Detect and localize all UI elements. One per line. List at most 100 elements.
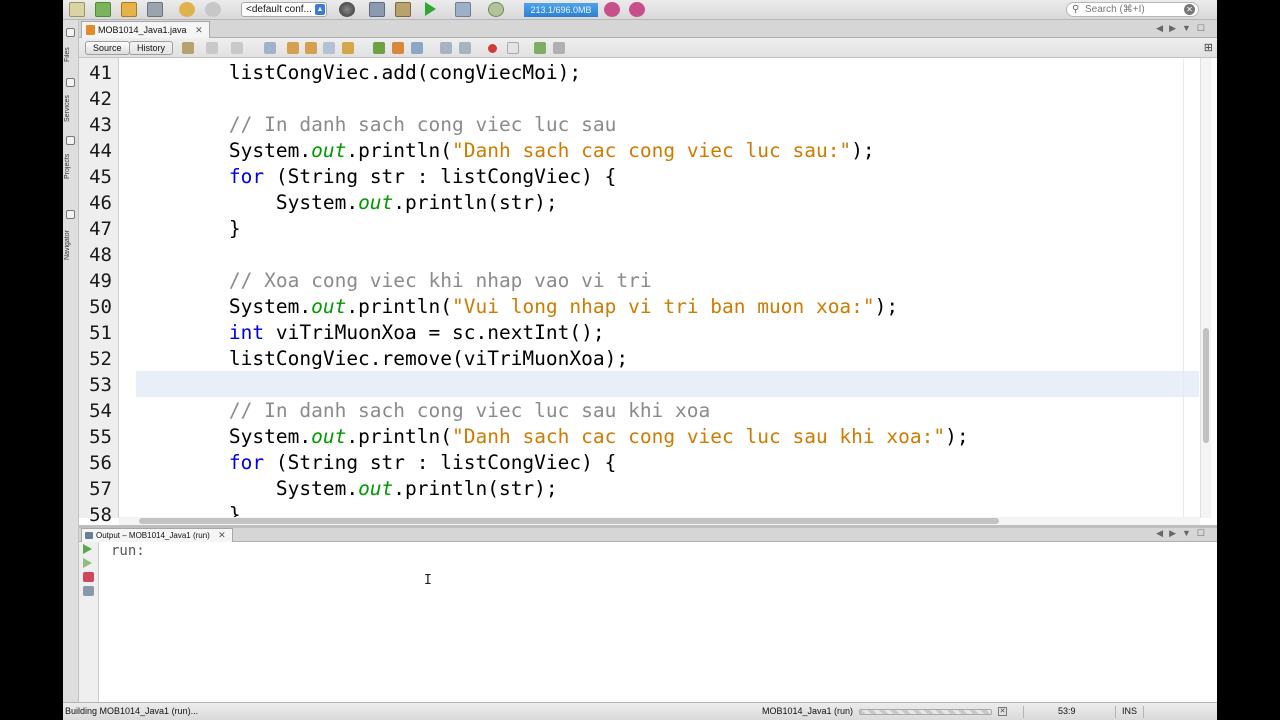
forward-icon[interactable] [231,42,243,54]
shift-left-icon[interactable] [440,42,452,54]
code-line[interactable]: // In danh sach cong viec luc sau [135,112,616,138]
toggle-bookmark-icon[interactable] [411,42,423,54]
close-icon[interactable]: ✕ [218,530,226,540]
open-project-icon[interactable] [121,2,137,17]
cancel-task-icon[interactable]: ✕ [998,707,1007,716]
output-settings-icon[interactable] [83,586,94,596]
line-number: 45 [89,166,112,188]
file-tab[interactable]: MOB1014_Java1.java ✕ [81,21,210,38]
code-token: System. [135,139,312,162]
history-button[interactable]: History [129,41,174,55]
undo-icon[interactable] [179,2,195,17]
code-token: listCongViec.add(congViecMoi); [135,61,582,84]
horizontal-scrollbar[interactable] [119,517,1200,525]
configuration-combo[interactable]: <default conf... ▲ [241,2,327,17]
code-token: "Danh sach cac cong viec luc sau khi xoa… [452,425,946,448]
clean-build-icon[interactable] [395,2,411,17]
line-number: 52 [89,348,112,370]
source-button[interactable]: Source [85,41,130,55]
uncomment-icon[interactable] [553,42,565,54]
line-number: 56 [89,452,112,474]
close-icon[interactable]: ✕ [195,25,203,35]
clear-search-icon[interactable]: ✕ [1184,4,1195,15]
output-tab[interactable]: Output – MOB1014_Java1 (run) ✕ [81,528,233,542]
code-line[interactable]: listCongViec.add(congViecMoi); [135,60,581,86]
status-bar: Building MOB1014_Java1 (run)... MOB1014_… [63,702,1217,720]
code-line[interactable]: System.out.println(str); [135,476,558,502]
redo-icon[interactable] [205,2,221,17]
search-input[interactable]: ⚲ Search (⌘+I) ✕ [1066,2,1199,17]
code-line[interactable]: // In danh sach cong viec luc sau khi xo… [135,398,710,424]
rerun-icon[interactable] [83,544,92,554]
horizontal-scroll-thumb[interactable] [139,518,999,524]
caret-position[interactable]: 53:9 [1058,703,1076,720]
stop-icon[interactable] [83,572,94,582]
insert-mode[interactable]: INS [1122,703,1137,720]
search-placeholder: Search (⌘+I) [1085,4,1145,15]
code-line[interactable]: System.out.println("Danh sach cac cong v… [135,424,969,450]
output-text[interactable]: run: [111,543,145,559]
next-bookmark-icon[interactable] [392,42,404,54]
start-macro-icon[interactable] [488,44,497,53]
run-icon[interactable] [425,2,436,16]
code-line[interactable]: System.out.println("Vui long nhap vi tri… [135,294,898,320]
last-edit-icon[interactable] [206,42,218,54]
code-token: // Xoa cong viec khi nhap vao vi tri [135,269,652,292]
back-icon[interactable] [182,42,194,54]
code-line[interactable]: System.out.println("Danh sach cac cong v… [135,138,875,164]
memory-indicator[interactable]: 213.1/696.0MB [524,3,598,17]
code-token: // In danh sach cong viec luc sau [135,113,617,136]
code-editor[interactable]: 41 42 43 44 45 46 47 48 49 50 51 52 53 54 55 56 57 58 lis… [79,58,1217,526]
code-token: System. [135,477,359,500]
find-icon[interactable] [264,42,276,54]
code-line[interactable]: } [135,216,241,242]
shift-right-icon[interactable] [459,42,471,54]
code-token: out [311,425,347,448]
vertical-scrollbar[interactable] [1200,58,1211,518]
code-token: out [358,477,394,500]
code-token: ); [874,295,899,318]
vertical-scroll-thumb[interactable] [1203,328,1209,443]
code-token: out [358,191,394,214]
profile-icon[interactable] [488,2,504,17]
status-divider [1023,706,1024,718]
toggle-rect-select-icon[interactable] [342,42,354,54]
code-line[interactable]: System.out.println(str); [135,190,558,216]
maximize-icon[interactable]: ⊞ [1204,41,1213,54]
target-icon[interactable] [339,2,355,17]
build-hammer-icon[interactable] [369,2,385,17]
code-line[interactable]: listCongViec.remove(viTriMuonXoa); [135,346,628,372]
save-all-icon[interactable] [147,2,163,17]
line-number: 49 [89,270,112,292]
line-number-gutter[interactable]: 41 42 43 44 45 46 47 48 49 50 51 52 53 54 55 56 57 58 [79,58,119,526]
editor-toolbar: Source History ⊞ [79,38,1217,58]
line-number: 48 [89,244,112,266]
stop-macro-icon[interactable] [507,42,519,54]
profiler-icon[interactable] [629,2,645,17]
gc-icon[interactable] [604,2,620,17]
debug-icon[interactable] [455,2,471,17]
line-number: 54 [89,400,112,422]
line-number: 55 [89,426,112,448]
line-number: 57 [89,478,112,500]
prev-bookmark-icon[interactable] [373,42,385,54]
code-line[interactable]: // Xoa cong viec khi nhap vao vi tri [135,268,652,294]
new-file-icon[interactable] [69,2,85,17]
toggle-highlight-icon[interactable] [323,42,335,54]
files-icon[interactable] [66,28,75,37]
code-token: ); [945,425,969,448]
code-token: .println( [346,295,453,318]
comment-icon[interactable] [534,42,546,54]
tab-navigation[interactable]: ◀▶▼☐ [1156,23,1211,34]
code-line[interactable]: for (String str : listCongViec) { [135,450,616,476]
output-tab-navigation[interactable]: ◀▶▼☐ [1156,528,1211,539]
find-previous-icon[interactable] [287,42,299,54]
code-line[interactable]: int viTriMuonXoa = sc.nextInt(); [135,320,605,346]
code-token: System. [135,425,312,448]
new-project-icon[interactable] [95,2,111,17]
find-next-icon[interactable] [305,42,317,54]
code-line[interactable]: for (String str : listCongViec) { [135,164,616,190]
status-message: Building MOB1014_Java1 (run)... [65,706,199,716]
rerun-with-args-icon[interactable] [83,558,92,568]
code-token: (String str : listCongViec) { [264,165,617,188]
